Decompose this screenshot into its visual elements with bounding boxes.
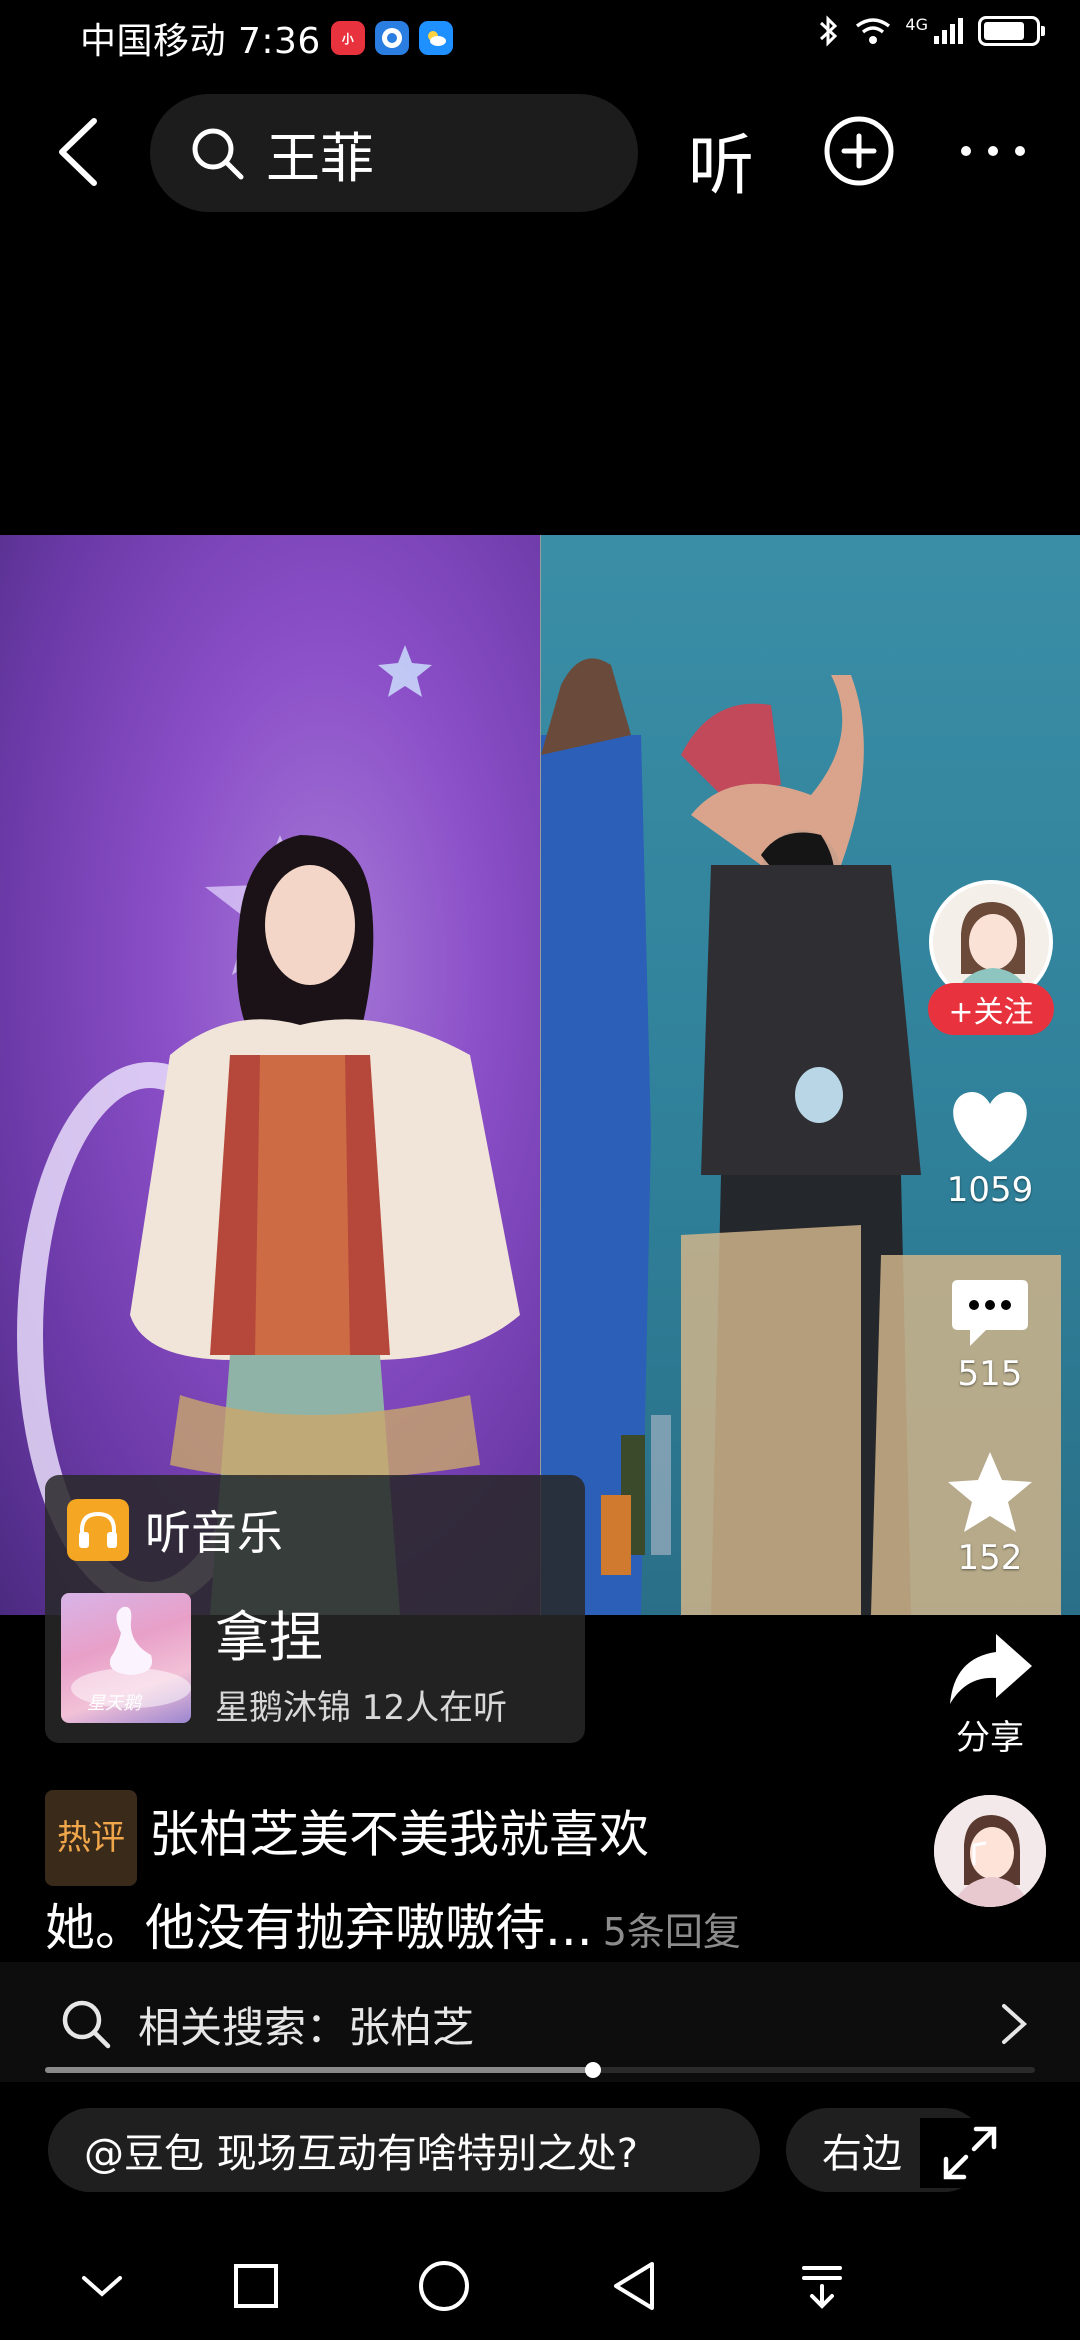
commenter-avatar[interactable] — [934, 1795, 1046, 1907]
more-options-button[interactable] — [956, 114, 1030, 188]
chip-label: @豆包 现场互动有啥特别之处? — [84, 2131, 638, 2177]
status-carrier-time: 中国移动 7:36 — [80, 21, 321, 62]
back-button[interactable] — [48, 114, 108, 190]
search-query: 王菲 — [266, 126, 374, 190]
related-search-bar[interactable]: 相关搜索：张柏芝 — [0, 1962, 1080, 2082]
like-count: 1059 — [946, 1170, 1034, 1210]
nav-back-button[interactable] — [598, 2250, 670, 2322]
hot-comment[interactable]: 热评 张柏芝美不美我就喜欢 她。他没有抛弃嗷嗷待... 5条回复 — [45, 1790, 905, 1974]
circle-icon — [419, 2261, 469, 2311]
more-dots-icon — [961, 146, 1025, 156]
wifi-icon — [856, 18, 891, 44]
video-progress-bar[interactable] — [45, 2062, 1035, 2078]
pull-down-icon — [802, 2266, 842, 2309]
album-cover[interactable]: 星天鹅 — [61, 1593, 191, 1723]
add-button[interactable] — [822, 114, 896, 188]
listen-button[interactable]: 听 — [688, 112, 754, 208]
chip-label: 右边 — [822, 2131, 902, 2177]
video-panel-left — [0, 535, 540, 1615]
bluetooth-icon — [820, 15, 838, 47]
top-nav: 王菲 听 — [0, 92, 1080, 212]
comment-count: 515 — [957, 1354, 1023, 1394]
browser-app-icon — [374, 21, 409, 55]
nav-collapse-button[interactable] — [66, 2250, 138, 2322]
listen-music-label: 听音乐 — [145, 1506, 283, 1560]
search-icon — [62, 2000, 111, 2049]
nav-home-button[interactable] — [408, 2250, 480, 2322]
suggestion-chip-doubao[interactable]: @豆包 现场互动有啥特别之处? — [48, 2108, 760, 2192]
search-input[interactable]: 王菲 — [150, 94, 638, 212]
xiaohongshu-app-icon: 小 — [330, 21, 365, 55]
related-search-text: 相关搜索：张柏芝 — [138, 2003, 475, 2052]
plus-circle-icon — [824, 116, 894, 186]
favorite-count: 152 — [957, 1538, 1023, 1578]
search-icon — [192, 128, 244, 180]
nav-notification-button[interactable] — [786, 2250, 858, 2322]
commenter-avatar-image — [934, 1795, 1046, 1907]
song-meta: 星鹅沐锦 12人在听 — [215, 1688, 508, 1728]
square-icon — [234, 2264, 278, 2308]
music-card[interactable]: 听音乐 星天鹅 拿捏 星鹅沐锦 12人在听 — [45, 1475, 585, 1743]
share-arrow-icon — [950, 1634, 1032, 1704]
weather-app-icon — [418, 21, 453, 55]
chevron-down-icon — [82, 2276, 122, 2297]
fullscreen-icon — [943, 2126, 997, 2180]
chevron-left-icon — [59, 118, 97, 186]
video-player[interactable] — [0, 535, 1080, 1615]
comment-text-line2: 她。他没有抛弃嗷嗷待... — [45, 1899, 593, 1957]
comment-bubble-icon — [952, 1280, 1028, 1346]
share-action[interactable]: 分享 — [920, 1630, 1060, 1759]
nav-recents-button[interactable] — [220, 2250, 292, 2322]
system-nav-bar — [0, 2230, 1080, 2340]
reply-count[interactable]: 5条回复 — [603, 1910, 741, 1954]
hot-comment-tag: 热评 — [45, 1790, 137, 1886]
song-title: 拿捏 — [215, 1606, 323, 1669]
triangle-back-icon — [614, 2262, 654, 2310]
follow-button[interactable]: +关注 — [928, 983, 1054, 1035]
favorite-action[interactable]: 152 — [920, 1450, 1060, 1578]
chevron-right-icon — [1002, 2004, 1027, 2044]
album-cover-text: 星天鹅 — [87, 1693, 141, 1714]
fullscreen-button[interactable] — [920, 2118, 1020, 2188]
headphones-icon — [67, 1499, 129, 1561]
network-type: 4G — [905, 14, 928, 34]
status-bar: 中国移动 7:36 小 4G — [0, 0, 1080, 72]
signal-icon — [934, 18, 963, 44]
share-label: 分享 — [956, 1718, 1024, 1758]
battery-icon — [978, 16, 1045, 46]
star-icon — [948, 1452, 1032, 1532]
heart-icon — [953, 1092, 1027, 1162]
concert-performer-image — [17, 645, 520, 1615]
comment-action[interactable]: 515 — [920, 1276, 1060, 1394]
progress-fill — [45, 2067, 594, 2073]
comment-text-line1: 张柏芝美不美我就喜欢 — [149, 1805, 649, 1864]
like-action[interactable]: 1059 — [920, 1088, 1060, 1210]
